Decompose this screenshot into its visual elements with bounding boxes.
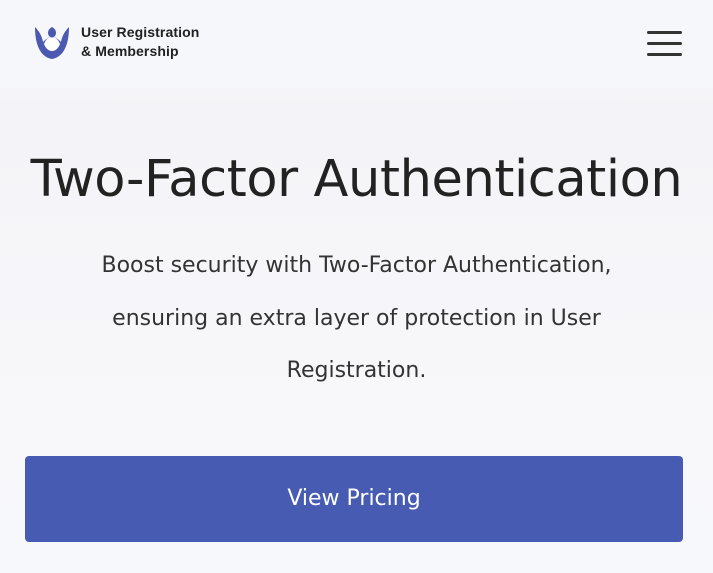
brand-name: User Registration & Membership — [81, 23, 199, 61]
menu-line — [647, 31, 682, 34]
menu-line — [647, 53, 682, 56]
menu-line — [647, 42, 682, 45]
brand-name-line1: User Registration — [81, 24, 200, 40]
site-header: User Registration & Membership — [0, 0, 713, 88]
page-title: Two-Factor Authentication — [30, 150, 683, 209]
user-registration-logo-icon — [35, 27, 69, 59]
brand-logo-link[interactable]: User Registration & Membership — [31, 18, 199, 66]
hero-section: Two-Factor Authentication Boost security… — [0, 88, 713, 573]
view-pricing-button[interactable]: View Pricing — [25, 456, 683, 542]
hero-description: Boost security with Two-Factor Authentic… — [101, 253, 612, 383]
hamburger-menu-icon[interactable] — [643, 27, 685, 61]
brand-name-line2: & Membership — [81, 43, 179, 59]
page: User Registration & Membership Two-Facto… — [0, 0, 713, 573]
